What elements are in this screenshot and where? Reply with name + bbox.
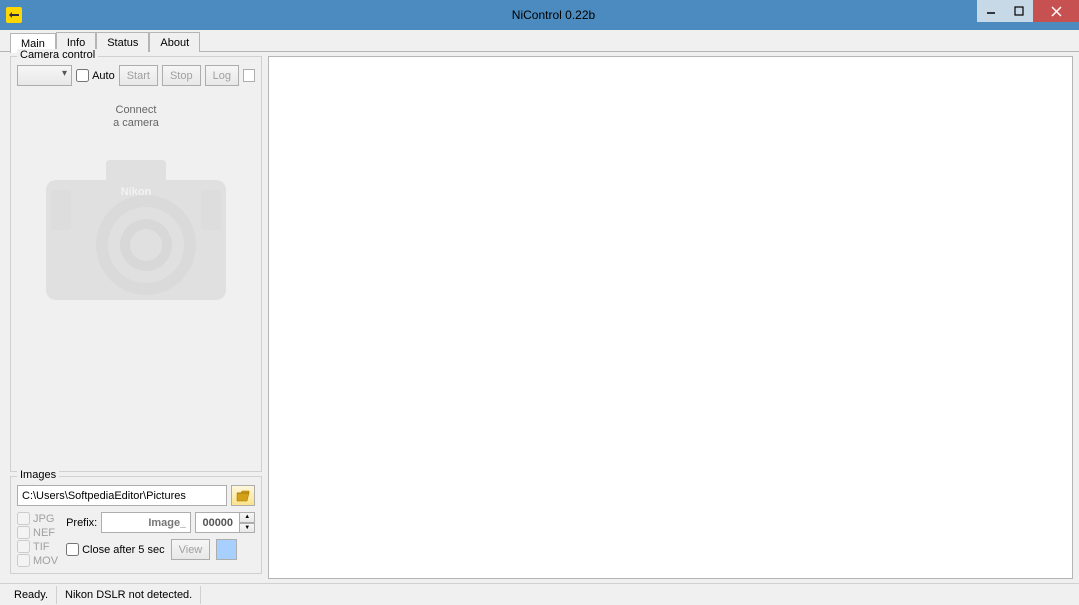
nef-checkbox-wrap[interactable]: NEF	[17, 526, 58, 539]
extra-checkbox[interactable]	[243, 69, 255, 82]
counter-spinner: 00000 ▲ ▼	[195, 512, 255, 533]
prefix-label: Prefix:	[66, 517, 97, 529]
nef-checkbox[interactable]	[17, 526, 30, 539]
camera-controls-row: Auto Start Stop Log	[17, 65, 255, 86]
camera-control-legend: Camera control	[17, 49, 98, 61]
status-ready: Ready.	[6, 586, 57, 604]
left-panel: Camera control Auto Start Stop Log Conne…	[10, 56, 262, 579]
preview-panel	[268, 56, 1073, 579]
path-row	[17, 485, 255, 506]
browse-button[interactable]	[231, 485, 255, 506]
window-title: NiControl 0.22b	[28, 8, 1079, 22]
close-after-checkbox-wrap[interactable]: Close after 5 sec	[66, 543, 165, 556]
spinner-up-button[interactable]: ▲	[239, 512, 255, 523]
camera-placeholder-image: Nikon	[26, 140, 246, 320]
app-icon	[6, 7, 22, 23]
connect-line1: Connect	[17, 104, 255, 117]
prefix-row: Prefix: 00000 ▲ ▼	[66, 512, 255, 533]
titlebar: NiControl 0.22b	[0, 0, 1079, 30]
minimize-button[interactable]	[977, 0, 1005, 22]
close-after-label: Close after 5 sec	[82, 544, 165, 556]
log-button[interactable]: Log	[205, 65, 239, 86]
jpg-checkbox-wrap[interactable]: JPG	[17, 512, 58, 525]
images-bottom: JPG NEF TIF MOV Prefix: 00000 ▲	[17, 512, 255, 567]
client-area: Main Info Status About Camera control Au…	[0, 30, 1079, 605]
path-input[interactable]	[17, 485, 227, 506]
svg-text:Nikon: Nikon	[121, 186, 152, 198]
close-button[interactable]	[1033, 0, 1079, 22]
connect-message: Connect a camera	[17, 104, 255, 130]
spinner-down-button[interactable]: ▼	[239, 523, 255, 534]
close-after-checkbox[interactable]	[66, 543, 79, 556]
images-group: Images JPG NEF TIF MOV	[10, 476, 262, 574]
mov-checkbox[interactable]	[17, 554, 30, 567]
tif-checkbox[interactable]	[17, 540, 30, 553]
prefix-input[interactable]	[101, 512, 191, 533]
color-swatch[interactable]	[216, 539, 237, 560]
auto-label: Auto	[92, 70, 115, 82]
counter-value[interactable]: 00000	[195, 512, 239, 533]
connect-line2: a camera	[17, 117, 255, 130]
camera-control-group: Camera control Auto Start Stop Log Conne…	[10, 56, 262, 472]
tif-checkbox-wrap[interactable]: TIF	[17, 540, 58, 553]
tab-strip: Main Info Status About	[0, 30, 1079, 52]
start-button[interactable]: Start	[119, 65, 158, 86]
window-controls	[977, 0, 1079, 22]
mov-checkbox-wrap[interactable]: MOV	[17, 554, 58, 567]
close-row: Close after 5 sec View	[66, 539, 255, 560]
auto-checkbox[interactable]	[76, 69, 89, 82]
prefix-column: Prefix: 00000 ▲ ▼	[66, 512, 255, 567]
camera-dropdown[interactable]	[17, 65, 72, 86]
folder-open-icon	[236, 490, 250, 502]
maximize-button[interactable]	[1005, 0, 1033, 22]
tab-status[interactable]: Status	[96, 32, 149, 52]
jpg-checkbox[interactable]	[17, 512, 30, 525]
tab-about[interactable]: About	[149, 32, 200, 52]
statusbar: Ready. Nikon DSLR not detected.	[0, 583, 1079, 605]
stop-button[interactable]: Stop	[162, 65, 201, 86]
status-detection: Nikon DSLR not detected.	[57, 586, 201, 604]
images-legend: Images	[17, 469, 59, 481]
format-column: JPG NEF TIF MOV	[17, 512, 58, 567]
auto-checkbox-wrap[interactable]: Auto	[76, 69, 115, 82]
tab-content: Camera control Auto Start Stop Log Conne…	[0, 52, 1079, 583]
view-button[interactable]: View	[171, 539, 211, 560]
